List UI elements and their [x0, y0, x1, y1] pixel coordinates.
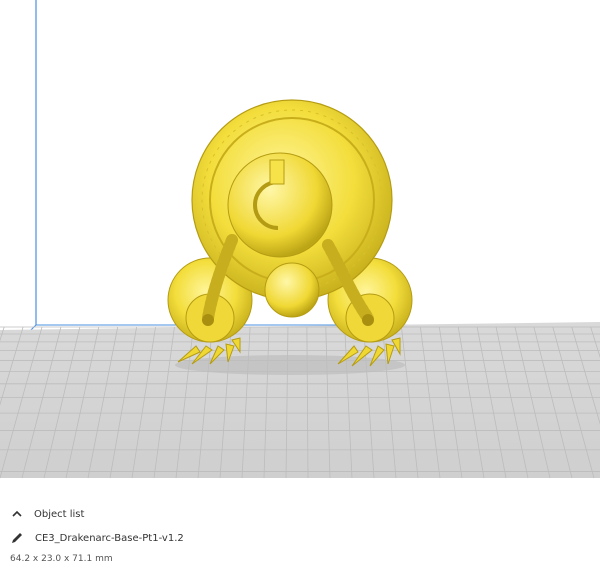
model-drakenarc-base[interactable] [167, 99, 413, 367]
chevron-up-icon[interactable] [10, 507, 24, 521]
lower-bulb [264, 262, 320, 318]
pencil-icon[interactable] [10, 531, 24, 545]
object-list-label: Object list [34, 508, 85, 520]
build-plate [0, 322, 600, 478]
left-joint [202, 314, 214, 326]
object-name: CE3_Drakenarc-Base-Pt1-v1.2 [35, 532, 184, 544]
object-list-item[interactable]: CE3_Drakenarc-Base-Pt1-v1.2 [10, 531, 184, 545]
scene-svg [0, 0, 600, 479]
object-list-header[interactable]: Object list [10, 507, 84, 521]
right-joint [362, 314, 374, 326]
hub-notch [269, 159, 285, 185]
object-dimensions-row: 64.2 x 23.0 x 71.1 mm [10, 554, 113, 564]
3d-viewport[interactable] [0, 0, 600, 500]
object-dimensions: 64.2 x 23.0 x 71.1 mm [10, 554, 113, 564]
object-list-panel: Object list CE3_Drakenarc-Base-Pt1-v1.2 … [0, 500, 600, 573]
